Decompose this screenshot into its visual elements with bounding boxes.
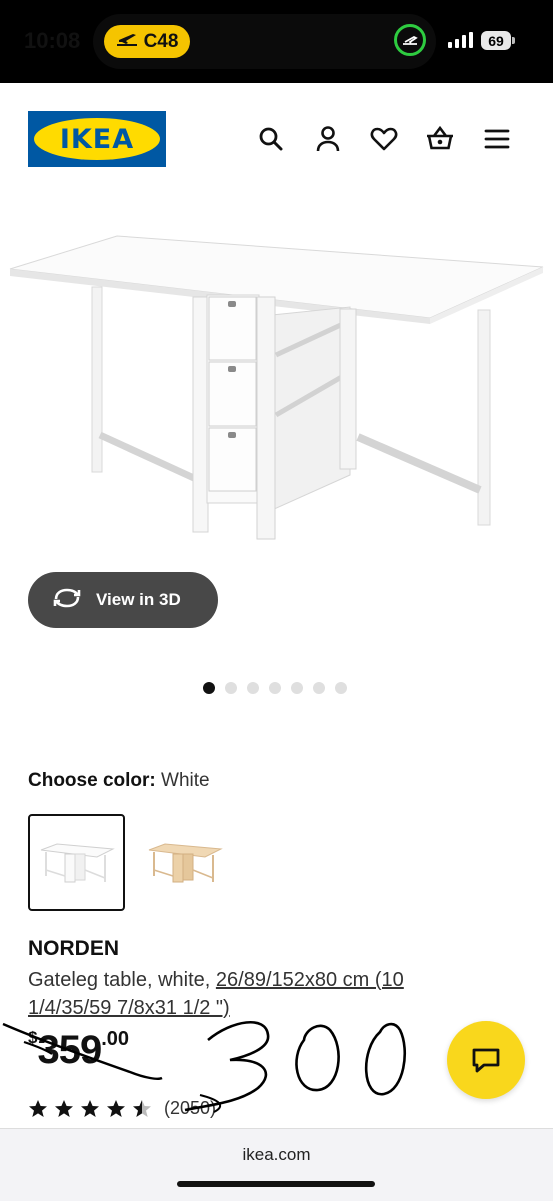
carousel-dot[interactable]	[247, 682, 259, 694]
chat-button[interactable]	[447, 1021, 525, 1099]
heart-icon[interactable]	[369, 124, 399, 154]
rotate-3d-icon	[52, 587, 82, 614]
menu-icon[interactable]	[482, 124, 512, 154]
carousel-dot[interactable]	[225, 682, 237, 694]
product-image[interactable]	[0, 225, 553, 555]
home-indicator[interactable]	[177, 1181, 375, 1187]
view-in-3d-button[interactable]: View in 3D	[28, 572, 218, 628]
selected-color-value: White	[161, 770, 210, 791]
signal-icon	[448, 32, 474, 53]
image-carousel-dots	[203, 682, 347, 694]
price-cents: .00	[101, 1028, 130, 1050]
account-icon[interactable]	[313, 124, 343, 154]
product-price: $359.00	[28, 1028, 129, 1073]
price-main: 359	[37, 1028, 102, 1072]
choose-color-label: Choose color: White	[28, 770, 210, 792]
carousel-dot[interactable]	[313, 682, 325, 694]
ikea-logo[interactable]: IKEA	[28, 111, 166, 167]
carousel-dot[interactable]	[203, 682, 215, 694]
view-in-3d-label: View in 3D	[96, 590, 181, 609]
carousel-dot[interactable]	[291, 682, 303, 694]
chat-icon	[472, 1048, 500, 1073]
review-count: (2050)	[164, 1098, 217, 1118]
birch-table-thumbnail	[148, 842, 223, 882]
white-table-thumbnail	[40, 842, 115, 882]
url-domain[interactable]: ikea.com	[0, 1145, 553, 1165]
status-time: 10:08	[24, 28, 81, 53]
product-rating[interactable]: (2050)	[28, 1098, 216, 1119]
activity-ring-icon	[394, 24, 426, 56]
plane-icon	[116, 31, 138, 53]
color-option-birch[interactable]	[136, 814, 233, 911]
logo-text: IKEA	[59, 123, 135, 155]
carousel-dot[interactable]	[335, 682, 347, 694]
color-option-white[interactable]	[28, 814, 125, 911]
product-description: Gateleg table, white, 26/89/152x80 cm (1…	[28, 966, 488, 1022]
flight-badge: C48	[104, 25, 190, 58]
product-type-text: Gateleg table, white,	[28, 969, 216, 991]
basket-icon[interactable]	[425, 124, 455, 154]
choose-color-title: Choose color:	[28, 770, 156, 791]
search-icon[interactable]	[256, 124, 286, 154]
flight-code: C48	[143, 30, 179, 52]
battery-indicator: 69	[481, 31, 511, 50]
carousel-dot[interactable]	[269, 682, 281, 694]
rating-stars-icon	[29, 1099, 151, 1117]
product-name: NORDEN	[28, 937, 120, 960]
battery-tip	[512, 37, 515, 44]
